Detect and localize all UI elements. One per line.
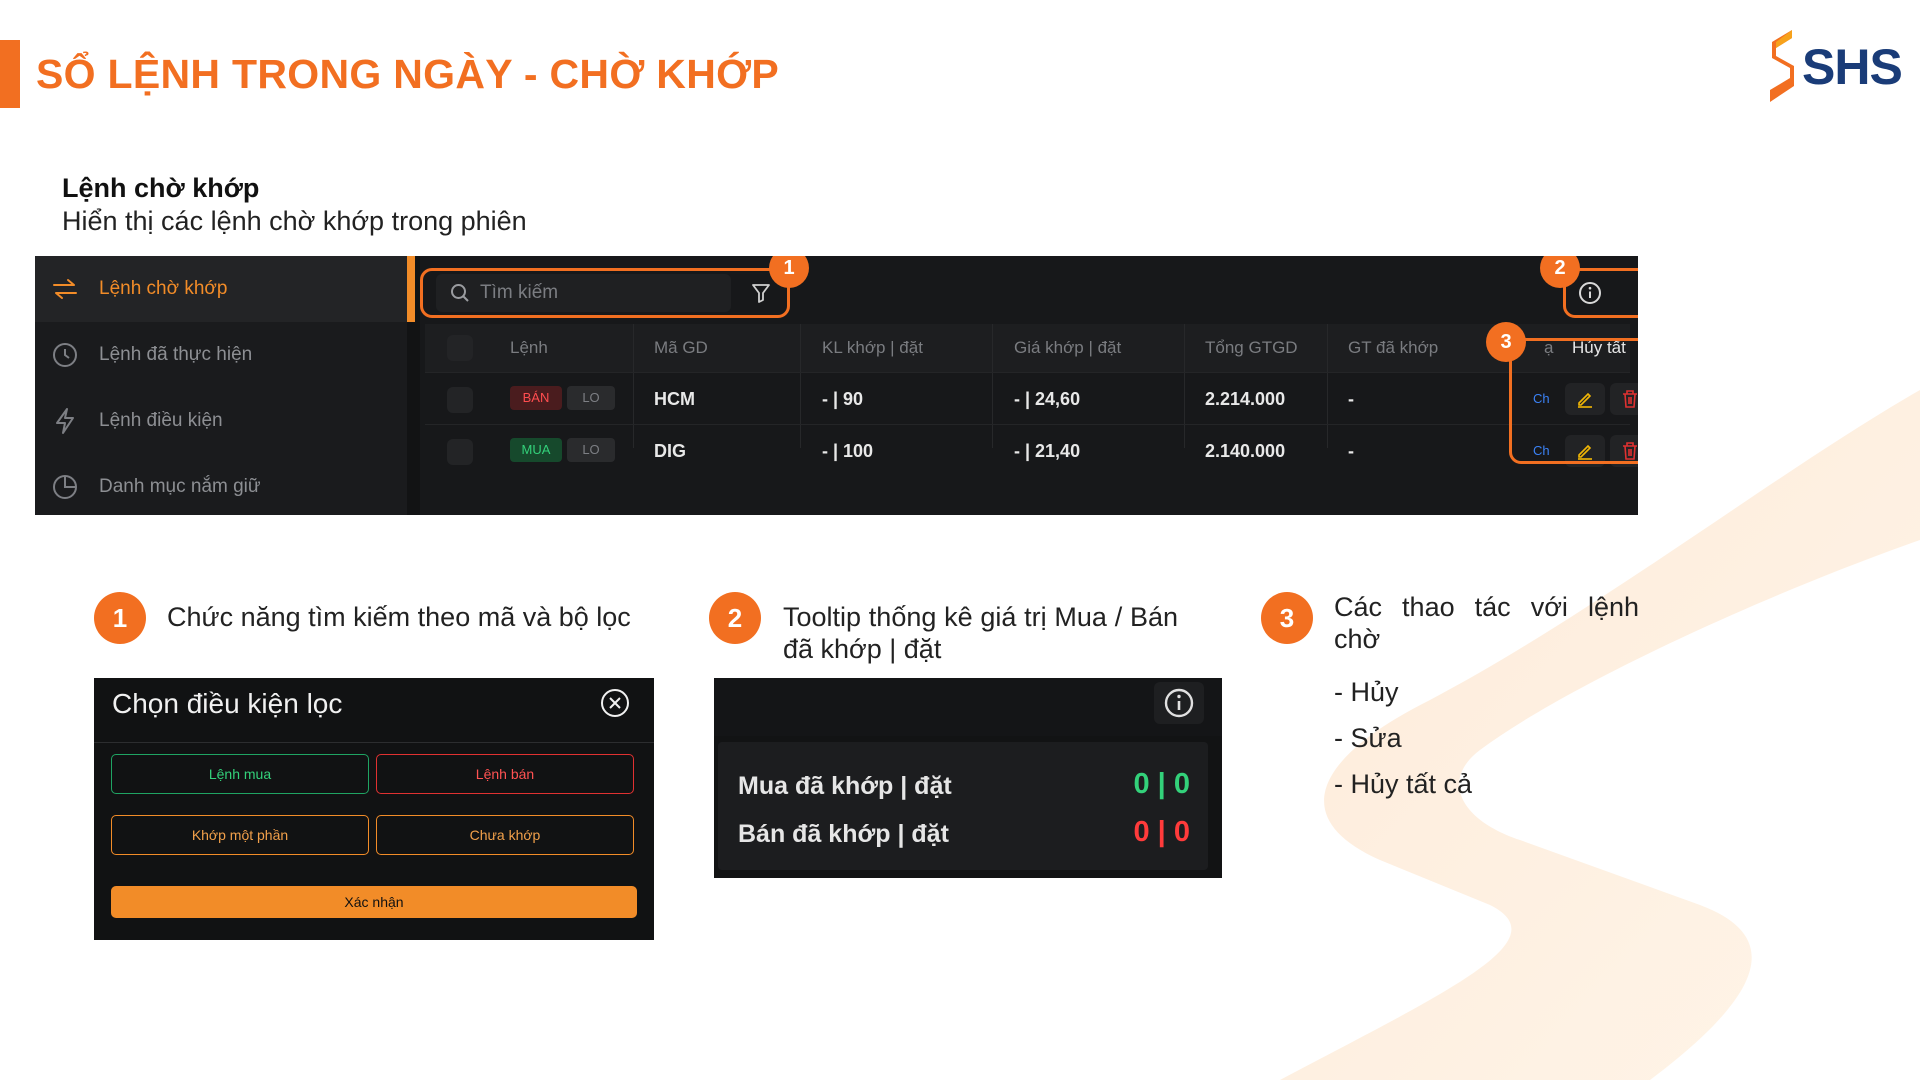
sidebar-item-label: Danh mục nắm giữ bbox=[99, 476, 261, 497]
order-book-panel: Lệnh chờ khớp Lệnh đã thực hiện Lệnh điề… bbox=[35, 256, 1638, 515]
col-header-order: Lệnh bbox=[510, 338, 548, 357]
title-accent-bar bbox=[0, 40, 20, 108]
brand-logo: SHS bbox=[1762, 28, 1903, 104]
lightning-icon bbox=[51, 407, 79, 435]
side-badge-sell: BÁN bbox=[510, 386, 562, 410]
price-cell: - | 24,60 bbox=[1014, 389, 1081, 409]
matched-value-cell: - bbox=[1348, 389, 1354, 409]
logo-text: SHS bbox=[1802, 39, 1903, 95]
info-button[interactable] bbox=[1154, 682, 1204, 724]
col-header-total: Tổng GTGD bbox=[1205, 338, 1298, 357]
action-edit-item: - Sửa bbox=[1334, 723, 1402, 753]
confirm-button[interactable]: Xác nhận bbox=[111, 886, 637, 918]
orders-main: Tìm kiếm 1 2 Lệnh Mã GD KL khớp | đặt Gi… bbox=[420, 256, 1638, 515]
page-title: SỔ LỆNH TRONG NGÀY - CHỜ KHỚP bbox=[36, 51, 780, 97]
total-cell: 2.214.000 bbox=[1205, 389, 1286, 409]
price-cell: - | 21,40 bbox=[1014, 441, 1081, 461]
pie-chart-icon bbox=[51, 473, 79, 501]
sidebar: Lệnh chờ khớp Lệnh đã thực hiện Lệnh điề… bbox=[35, 256, 407, 515]
filter-sell-orders-button[interactable]: Lệnh bán bbox=[376, 754, 634, 794]
total-cell: 2.140.000 bbox=[1205, 441, 1286, 461]
sidebar-item-executed-orders[interactable]: Lệnh đã thực hiện bbox=[35, 322, 407, 388]
feature-number-1: 1 bbox=[94, 592, 146, 644]
row-checkbox[interactable] bbox=[447, 387, 473, 413]
feature-number-3: 3 bbox=[1261, 592, 1313, 644]
filter-dialog-title: Chọn điều kiện lọc bbox=[112, 688, 343, 719]
matched-value-cell: - bbox=[1348, 441, 1354, 461]
qty-cell: - | 100 bbox=[822, 441, 874, 461]
sidebar-item-conditional-orders[interactable]: Lệnh điều kiện bbox=[35, 388, 407, 454]
filter-partial-match-button[interactable]: Khớp một phần bbox=[111, 815, 369, 855]
callout-badge-3: 3 bbox=[1486, 322, 1526, 362]
close-button[interactable] bbox=[600, 688, 630, 718]
close-icon bbox=[601, 689, 629, 717]
action-cancel-item: - Hủy bbox=[1334, 677, 1399, 707]
action-cancel-all-item: - Hủy tất cả bbox=[1334, 769, 1473, 799]
sidebar-item-label: Lệnh chờ khớp bbox=[99, 278, 228, 299]
table-header: Lệnh Mã GD KL khớp | đặt Giá khớp | đặt … bbox=[425, 324, 1630, 405]
symbol-cell: DIG bbox=[654, 441, 687, 461]
callout-badge-1: 1 bbox=[769, 256, 809, 288]
feature-number-2: 2 bbox=[709, 592, 761, 644]
col-header-qty: KL khớp | đặt bbox=[822, 338, 923, 357]
swap-arrows-icon bbox=[51, 275, 79, 303]
filter-unmatched-button[interactable]: Chưa khớp bbox=[376, 815, 634, 855]
tooltip-header bbox=[714, 678, 1222, 736]
row-checkbox[interactable] bbox=[447, 439, 473, 465]
col-header-matched-value: GT đã khớp bbox=[1348, 338, 1439, 357]
info-icon bbox=[1164, 688, 1194, 718]
filter-dialog: Chọn điều kiện lọc Lệnh mua Lệnh bán Khớ… bbox=[94, 678, 654, 940]
col-header-price: Giá khớp | đặt bbox=[1014, 338, 1122, 357]
clock-icon bbox=[51, 341, 79, 369]
highlight-search-filter bbox=[420, 268, 790, 318]
stats-tooltip: Mua đã khớp | đặt 0 | 0 Bán đã khớp | đặ… bbox=[714, 678, 1222, 878]
order-type-badge: LO bbox=[567, 386, 615, 410]
symbol-cell: HCM bbox=[654, 389, 695, 409]
section-subtitle: Hiển thị các lệnh chờ khớp trong phiên bbox=[62, 206, 527, 236]
sidebar-item-portfolio[interactable]: Danh mục nắm giữ bbox=[35, 454, 407, 515]
section-title: Lệnh chờ khớp bbox=[62, 173, 260, 203]
side-badge-buy: MUA bbox=[510, 438, 562, 462]
col-header-symbol: Mã GD bbox=[654, 338, 708, 357]
buy-matched-value: 0 | 0 bbox=[1133, 768, 1191, 800]
active-indicator bbox=[407, 256, 415, 322]
highlight-actions bbox=[1509, 338, 1638, 464]
sell-matched-value: 0 | 0 bbox=[1133, 816, 1191, 848]
feature-description-2: Tooltip thống kê giá trị Mua / Bán đã kh… bbox=[783, 602, 1178, 664]
table-row[interactable]: BÁN LO HCM - | 90 - | 24,60 2.214.000 - … bbox=[425, 372, 1638, 425]
filter-buy-orders-button[interactable]: Lệnh mua bbox=[111, 754, 369, 794]
qty-cell: - | 90 bbox=[822, 389, 864, 409]
select-all-checkbox[interactable] bbox=[447, 335, 473, 361]
buy-matched-label: Mua đã khớp | đặt bbox=[738, 772, 952, 800]
sell-matched-label: Bán đã khớp | đặt bbox=[738, 820, 949, 848]
table-row[interactable]: MUA LO DIG - | 100 - | 21,40 2.140.000 -… bbox=[425, 424, 1638, 477]
order-type-badge: LO bbox=[567, 438, 615, 462]
tooltip-body: Mua đã khớp | đặt 0 | 0 Bán đã khớp | đặ… bbox=[718, 742, 1208, 870]
sidebar-item-pending-orders[interactable]: Lệnh chờ khớp bbox=[35, 256, 407, 322]
sidebar-item-label: Lệnh điều kiện bbox=[99, 410, 223, 431]
sidebar-item-label: Lệnh đã thực hiện bbox=[99, 344, 253, 365]
feature-description-1: Chức năng tìm kiếm theo mã và bộ lọc bbox=[167, 602, 631, 632]
shs-logo-icon bbox=[1770, 30, 1794, 102]
divider bbox=[94, 742, 654, 743]
feature-description-3: Các thao tác với lệnh chờ bbox=[1334, 592, 1639, 654]
